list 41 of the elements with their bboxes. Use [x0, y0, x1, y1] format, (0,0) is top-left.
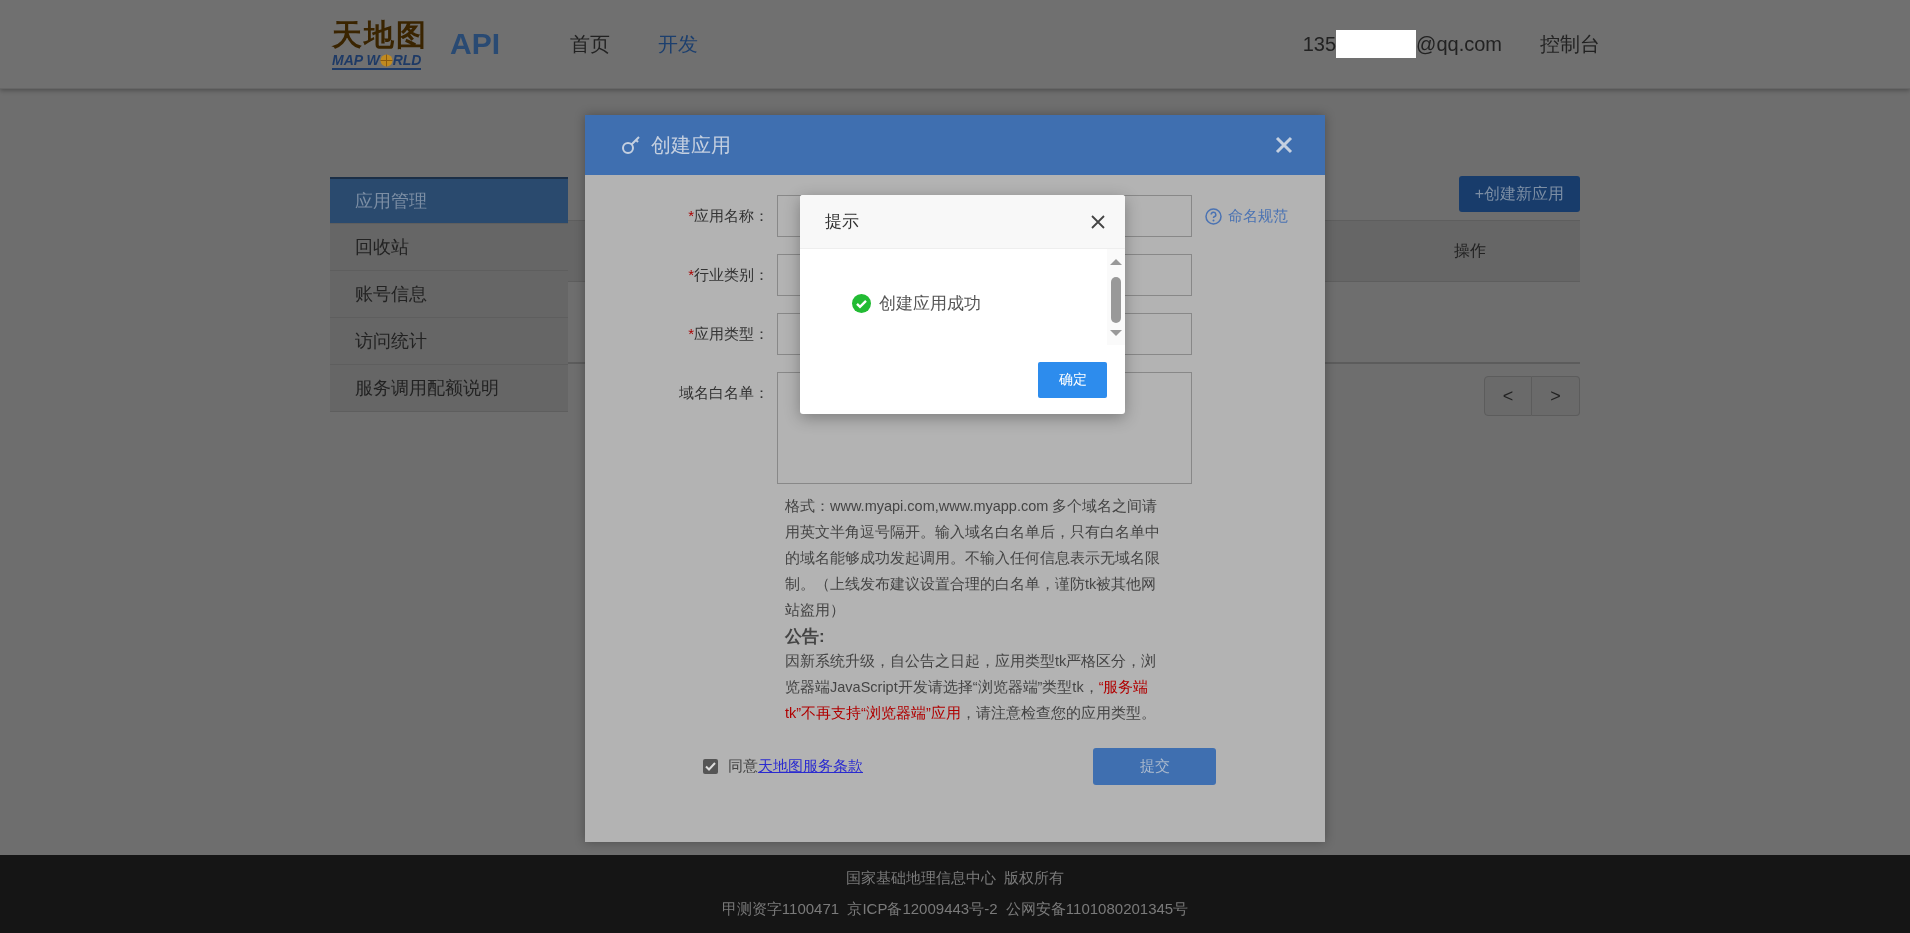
nav-link[interactable]: 开发: [658, 30, 698, 58]
help-icon: [1205, 207, 1222, 225]
notice-title: 公告:: [785, 626, 826, 648]
footer-text: 甲测资字1100471 京ICP备12009443号-2 公网安备1101080201345号: [721, 900, 1189, 919]
sidebar-item[interactable]: 应用管理: [330, 177, 568, 224]
footer-text: 国家基础地理信息中心 版权所有: [845, 869, 1065, 888]
product-name: API: [450, 27, 500, 61]
terms-link[interactable]: 天地图服务条款: [758, 757, 863, 774]
console-link[interactable]: 控制台: [1540, 30, 1600, 58]
globe-icon: [379, 53, 393, 67]
sidebar-item[interactable]: 账号信息: [330, 271, 568, 318]
agreement-text: 同意天地图服务条款: [728, 757, 863, 776]
field-label: *行业类别：: [687, 265, 770, 285]
logo-title: 天地图: [332, 18, 428, 52]
alert-message: 创建应用成功: [879, 293, 981, 315]
field-label: *应用名称：: [687, 206, 770, 226]
notice-text: 因新系统升级，自公告之日起，应用类型tk严格区分，浏览器端JavaScript开发请选择“浏览器端”类型tk，“服务端tk”不再支持“浏览器端”应用，请注意检查您的应用类型。: [785, 652, 1158, 723]
pager-button[interactable]: <: [1484, 376, 1532, 416]
alert-title: 提示: [825, 211, 860, 233]
close-icon[interactable]: [1091, 214, 1105, 229]
column-header: 操作: [1453, 240, 1487, 261]
nav-link[interactable]: 首页: [570, 30, 610, 58]
account-email-start: 135: [1302, 32, 1337, 56]
sidebar-item[interactable]: 回收站: [330, 224, 568, 271]
key-icon: [621, 135, 641, 155]
submit-button[interactable]: 提交: [1093, 748, 1216, 785]
sidebar-item[interactable]: 服务调用配额说明: [330, 365, 568, 412]
sidebar-item[interactable]: 访问统计: [330, 318, 568, 365]
whitelist-hint: 格式：www.myapi.com,www.myapp.com 多个域名之间请用英文半角逗号隔开。输入域名白名单后，只有白名单中的域名能够成功发起调用。不输入任何信息表示无域名限制。（上线发布建议设置合理的白名单，谨防tk被其他网站盗用）: [785, 497, 1161, 620]
logo-subtitle: MAP W RLD: [332, 52, 422, 70]
agree-checkbox[interactable]: [703, 759, 718, 774]
scrollbar[interactable]: [1107, 249, 1125, 345]
create-app-button[interactable]: +创建新应用: [1458, 176, 1580, 212]
dialog-title: 创建应用: [651, 132, 732, 158]
account-email-end: @qq.com: [1416, 32, 1502, 56]
field-label: *应用类型：: [687, 324, 770, 344]
naming-rules-link[interactable]: 命名规范: [1205, 195, 1288, 237]
pager-button[interactable]: >: [1532, 376, 1580, 416]
field-label: 域名白名单：: [678, 383, 770, 403]
ok-button[interactable]: 确定: [1038, 362, 1107, 398]
success-icon: [852, 294, 871, 313]
